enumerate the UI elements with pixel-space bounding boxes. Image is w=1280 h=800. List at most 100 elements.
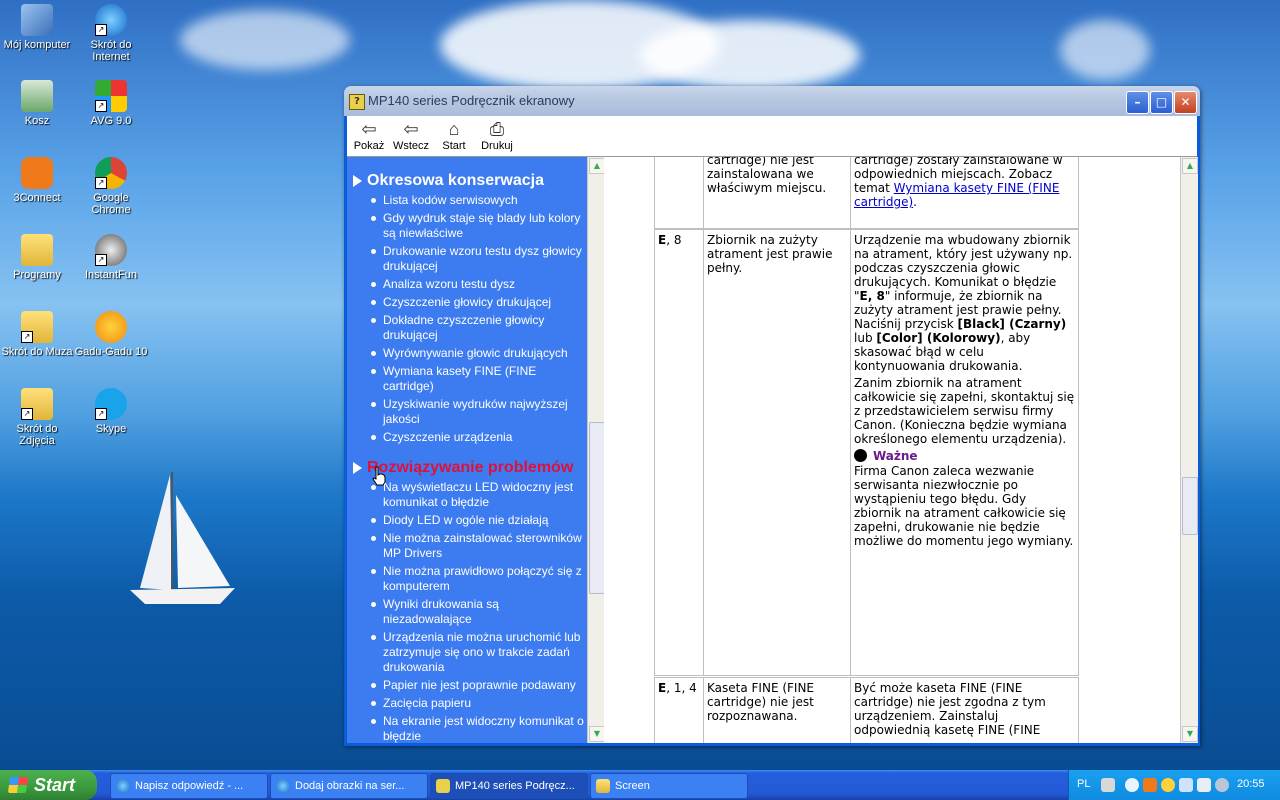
recycle-bin-icon bbox=[21, 80, 53, 112]
taskbar-button[interactable]: Napisz odpowiedź - ... bbox=[110, 773, 268, 799]
home-label: Start bbox=[442, 140, 466, 152]
toolbar: ⇦ Pokaż ⇦ Wstecz ⌂ Start ⎙ Drukuj bbox=[347, 116, 1197, 157]
nav-item[interactable]: Wyniki drukowania są niezadowalające bbox=[383, 597, 587, 627]
nav-item[interactable]: Dokładne czyszczenie głowicy drukującej bbox=[383, 313, 587, 343]
nav-item[interactable]: Czyszczenie głowicy drukującej bbox=[383, 295, 587, 310]
nav-scrollbar[interactable]: ▲ ▼ bbox=[587, 157, 605, 743]
maximize-button[interactable]: □ bbox=[1150, 91, 1173, 114]
nav-item[interactable]: Analiza wzoru testu dysz bbox=[383, 277, 587, 292]
keyboard-icon[interactable] bbox=[1101, 778, 1115, 792]
bullet-icon bbox=[371, 569, 376, 574]
nav-item[interactable]: Uzyskiwanie wydruków najwyższej jakości bbox=[383, 397, 587, 427]
important-heading: Ważne bbox=[854, 449, 1075, 463]
desktop-icon-programy[interactable]: Programy bbox=[0, 234, 74, 281]
nav-item[interactable]: Wyrównywanie głowic drukujących bbox=[383, 346, 587, 361]
scroll-up-icon[interactable]: ▲ bbox=[1182, 158, 1198, 174]
nav-item[interactable]: Nie można zainstalować sterowników MP Dr… bbox=[383, 531, 587, 561]
language-indicator[interactable]: PL bbox=[1077, 778, 1090, 790]
nav-item[interactable]: Na wyświetlaczu LED widoczny jest komuni… bbox=[383, 480, 587, 510]
nav-item[interactable]: Czyszczenie urządzenia bbox=[383, 430, 587, 445]
bullet-icon bbox=[371, 318, 376, 323]
bullet-icon bbox=[371, 536, 376, 541]
desktop-icon-chrome[interactable]: ↗ Google Chrome bbox=[74, 157, 148, 216]
nav-item[interactable]: Nie można prawidłowo połączyć się z komp… bbox=[383, 564, 587, 594]
desktop-icon-gadu-gadu[interactable]: Gadu-Gadu 10 bbox=[74, 311, 148, 358]
content-scrollbar[interactable]: ▲ ▼ bbox=[1180, 157, 1198, 743]
bullet-icon bbox=[371, 282, 376, 287]
nav-item[interactable]: Urządzenia nie można uruchomić lub zatrz… bbox=[383, 630, 587, 675]
window-frame: ⇦ Pokaż ⇦ Wstecz ⌂ Start ⎙ Drukuj Okreso… bbox=[347, 116, 1198, 743]
cloud bbox=[640, 20, 860, 90]
desktop-icon-recycle-bin[interactable]: Kosz bbox=[0, 80, 74, 127]
desktop-icon-skype[interactable]: ↗ Skype bbox=[74, 388, 148, 435]
title-bar[interactable]: ? MP140 series Podręcznik ekranowy – □ ✕ bbox=[344, 86, 1200, 116]
3connect-icon bbox=[21, 157, 53, 189]
nav-section-maintenance[interactable]: Okresowa konserwacja bbox=[367, 172, 544, 190]
show-button[interactable]: ⇦ Pokaż bbox=[349, 118, 389, 152]
taskbar-button[interactable]: Dodaj obrazki na ser... bbox=[270, 773, 428, 799]
bold-text: [Color] (Kolorowy) bbox=[876, 331, 1001, 345]
bullet-icon bbox=[371, 683, 376, 688]
nav-item[interactable]: Lista kodów serwisowych bbox=[383, 193, 587, 208]
table-cell-cause: cartridge) nie jest zainstalowana we wła… bbox=[703, 157, 851, 229]
nav-item[interactable]: Zacięcia papieru bbox=[383, 696, 587, 711]
internet-explorer-icon bbox=[116, 779, 130, 793]
printer-icon: ⎙ bbox=[489, 119, 505, 139]
expand-tray-icon[interactable] bbox=[1125, 778, 1139, 792]
close-button[interactable]: ✕ bbox=[1174, 91, 1197, 114]
desktop-icon-zdjecia[interactable]: ↗ Skrót do Zdjęcia bbox=[0, 388, 74, 447]
back-arrow-icon: ⇦ bbox=[403, 119, 419, 139]
home-button[interactable]: ⌂ Start bbox=[434, 118, 474, 152]
minimize-button[interactable]: – bbox=[1126, 91, 1149, 114]
bullet-icon bbox=[371, 369, 376, 374]
important-icon bbox=[854, 449, 867, 462]
nav-item[interactable]: Diody LED w ogóle nie działają bbox=[383, 513, 587, 528]
nav-section-troubleshooting[interactable]: Rozwiązywanie problemów bbox=[367, 459, 573, 477]
nav-item[interactable]: Gdy wydruk staje się blady lub kolory są… bbox=[383, 211, 587, 241]
print-button[interactable]: ⎙ Drukuj bbox=[477, 118, 517, 152]
show-label: Pokaż bbox=[353, 140, 385, 152]
important-label: Ważne bbox=[873, 449, 918, 463]
desktop-icon-my-computer[interactable]: Mój komputer bbox=[0, 4, 74, 51]
bullet-icon bbox=[371, 402, 376, 407]
nav-item[interactable]: Na ekranie jest widoczny komunikat o błę… bbox=[383, 714, 587, 743]
expand-triangle-icon[interactable] bbox=[353, 462, 362, 474]
safely-remove-icon[interactable] bbox=[1197, 778, 1211, 792]
avg-tray-icon[interactable] bbox=[1143, 778, 1157, 792]
desktop-icon-label: Kosz bbox=[24, 115, 50, 127]
scroll-down-icon[interactable]: ▼ bbox=[589, 726, 605, 742]
chrome-icon: ↗ bbox=[95, 157, 127, 189]
nav-item[interactable]: Drukowanie wzoru testu dysz głowicy druk… bbox=[383, 244, 587, 274]
network-icon[interactable] bbox=[1179, 778, 1193, 792]
taskbar-button[interactable]: MP140 series Podręcz... bbox=[430, 773, 588, 799]
nav-item[interactable]: Wymiana kasety FINE (FINE cartridge) bbox=[383, 364, 587, 394]
windows-logo-icon bbox=[7, 777, 29, 793]
volume-icon[interactable] bbox=[1215, 778, 1229, 792]
scrollbar-thumb[interactable] bbox=[1182, 477, 1198, 535]
taskbar-button[interactable]: Screen bbox=[590, 773, 748, 799]
desktop-icon-muza[interactable]: ↗ Skrót do Muza bbox=[0, 311, 74, 358]
expand-triangle-icon[interactable] bbox=[353, 175, 362, 187]
print-label: Drukuj bbox=[481, 140, 513, 152]
desktop-icon-label: Google Chrome bbox=[91, 192, 131, 216]
clock[interactable]: 20:55 bbox=[1237, 778, 1265, 790]
bold-text: [Black] (Czarny) bbox=[957, 317, 1067, 331]
desktop-icon-label: Skrót do Muza bbox=[1, 346, 73, 358]
nav-item[interactable]: Papier nie jest poprawnie podawany bbox=[383, 678, 587, 693]
desktop-icon-label: Skrót do Zdjęcia bbox=[16, 423, 58, 447]
scroll-down-icon[interactable]: ▼ bbox=[1182, 726, 1198, 742]
start-button[interactable]: Start bbox=[0, 770, 97, 800]
scrollbar-thumb[interactable] bbox=[589, 422, 605, 594]
gadu-gadu-tray-icon[interactable] bbox=[1161, 778, 1175, 792]
table-cell-cause: Zbiornik na zużyty atrament jest prawie … bbox=[703, 229, 851, 676]
desktop-icon-3connect[interactable]: 3Connect bbox=[0, 157, 74, 204]
bullet-icon bbox=[371, 701, 376, 706]
desktop-icon-avg[interactable]: ↗ AVG 9.0 bbox=[74, 80, 148, 127]
scroll-up-icon[interactable]: ▲ bbox=[589, 158, 605, 174]
show-icon: ⇦ bbox=[361, 119, 377, 139]
desktop-icon-instantfun[interactable]: ↗ InstantFun bbox=[74, 234, 148, 281]
back-button[interactable]: ⇦ Wstecz bbox=[391, 118, 431, 152]
folder-icon bbox=[596, 779, 610, 793]
desktop-icon-label: AVG 9.0 bbox=[90, 115, 132, 127]
desktop-icon-internet[interactable]: ↗ Skrót do Internet bbox=[74, 4, 148, 63]
